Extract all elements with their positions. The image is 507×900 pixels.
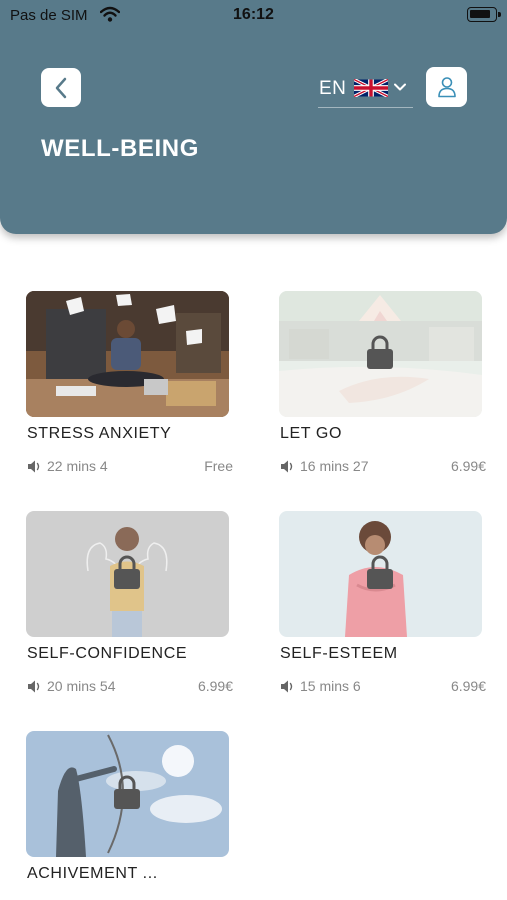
session-thumbnail [26,291,229,417]
profile-button[interactable] [426,67,467,107]
lock-icon [367,555,393,589]
session-price: 6.99€ [450,678,486,694]
session-price: 6.99€ [450,458,486,474]
session-meta: 20 mins 54 6.99€ [27,678,233,696]
session-price: 6.99€ [197,678,233,694]
session-card[interactable]: STRESS ANXIETY 22 mins 4 Free [26,291,236,481]
session-card[interactable]: SELF-CONFIDENCE 20 mins 54 6.99€ [26,511,236,701]
session-meta: 15 mins 6 6.99€ [280,678,486,696]
page-title: WELL-BEING [41,135,199,162]
session-card[interactable]: LET GO 16 mins 27 6.99€ [279,291,489,481]
header: EN WELL-BEING [0,0,507,234]
session-duration: 22 mins 4 [47,458,108,474]
session-title: STRESS ANXIETY [27,425,172,442]
session-title: SELF-CONFIDENCE [27,645,188,662]
session-title: LET GO [280,425,342,442]
session-duration: 16 mins 27 [300,458,369,474]
session-duration: 20 mins 54 [47,678,116,694]
session-price: Free [204,458,233,474]
session-title: SELF-ESTEEM [280,645,398,662]
session-duration: 15 mins 6 [300,678,361,694]
session-thumbnail [26,731,229,857]
uk-flag-icon [354,79,388,97]
back-button[interactable] [41,68,81,107]
speaker-icon [28,680,40,693]
session-thumbnail [279,291,482,417]
speaker-icon [281,680,293,693]
speaker-icon [28,460,40,473]
speaker-icon [281,460,293,473]
session-thumbnail [279,511,482,637]
battery-icon [467,7,501,22]
session-title: ACHIVEMENT ... [27,865,158,882]
session-card[interactable]: SELF-ESTEEM 15 mins 6 6.99€ [279,511,489,701]
language-selector[interactable]: EN [318,74,413,108]
status-bar: Pas de SIM 16:12 [0,0,507,32]
session-thumbnail [26,511,229,637]
session-meta: 22 mins 4 Free [27,458,233,476]
user-icon [437,77,456,98]
session-card[interactable]: ACHIVEMENT ... [26,731,236,891]
session-meta: 16 mins 27 6.99€ [280,458,486,476]
lock-icon [367,335,393,369]
chevron-down-icon [394,83,406,91]
lock-icon [114,775,140,809]
lock-icon [114,555,140,589]
language-code: EN [319,78,347,99]
status-time: 16:12 [233,6,274,23]
chevron-left-icon [55,77,67,98]
